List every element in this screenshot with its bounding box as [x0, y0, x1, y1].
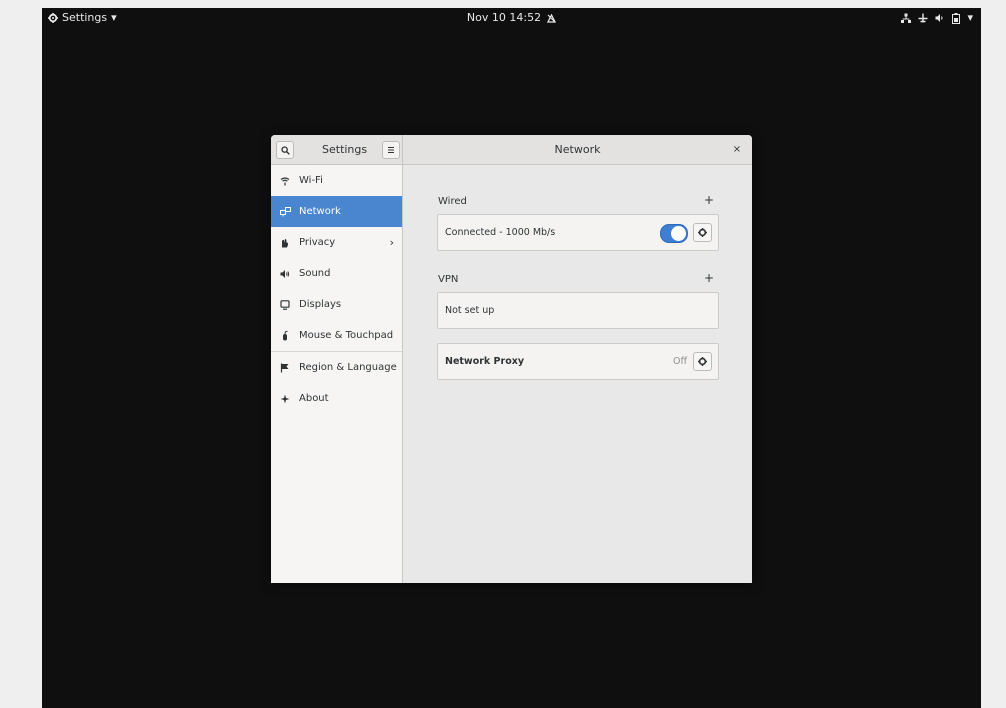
sidebar-item-sound[interactable]: Sound: [271, 258, 402, 289]
menu-button[interactable]: [382, 141, 400, 159]
sidebar-item-label: Region & Language: [299, 362, 397, 373]
vpn-status: Not set up: [445, 305, 495, 316]
airplane-icon: [918, 13, 928, 23]
sidebar-item-about[interactable]: About: [271, 383, 402, 414]
about-icon: [279, 393, 291, 405]
wired-connection-row: Connected - 1000 Mb/s: [437, 214, 719, 251]
mouse-icon: [279, 330, 291, 342]
clock-text: Nov 10 14:52: [466, 11, 542, 24]
system-tray[interactable]: ▾: [901, 8, 973, 28]
wired-toggle[interactable]: [660, 224, 688, 243]
wired-settings-button[interactable]: [693, 223, 712, 242]
sidebar-item-label: Mouse & Touchpad: [299, 330, 394, 341]
add-vpn-button[interactable]: +: [704, 271, 714, 285]
clock-button[interactable]: Nov 10 14:52: [466, 8, 557, 28]
sidebar-item-region-language[interactable]: Region & Language: [271, 352, 402, 383]
proxy-state: Off: [672, 356, 687, 367]
sidebar-item-network[interactable]: Network: [271, 196, 402, 227]
clock-area: Nov 10 14:52: [42, 8, 981, 28]
close-button[interactable]: ×: [730, 143, 744, 157]
desktop: Settings ▾ Nov 10 14:52 ▾ Settings Netwo…: [42, 8, 981, 708]
sidebar-item-label: Network: [299, 206, 341, 217]
wifi-icon: [279, 175, 291, 187]
sidebar-item-label: About: [299, 393, 329, 404]
proxy-settings-button[interactable]: [693, 352, 712, 371]
sidebar-item-label: Privacy: [299, 237, 336, 248]
sidebar-item-mouse-touchpad[interactable]: Mouse & Touchpad: [271, 320, 402, 351]
search-icon: [280, 145, 290, 155]
page-title: Network: [554, 143, 601, 156]
vpn-heading: VPN: [438, 274, 459, 285]
hamburger-menu-icon: [387, 146, 395, 154]
battery-icon: [952, 12, 961, 24]
chevron-right-icon: ›: [389, 236, 394, 249]
sidebar-header: Settings: [271, 135, 403, 164]
wired-status: Connected - 1000 Mb/s: [445, 227, 556, 238]
toggle-knob: [671, 226, 686, 241]
sidebar-title: Settings: [322, 143, 368, 156]
display-icon: [279, 299, 291, 311]
vpn-row: Not set up: [437, 292, 719, 329]
sidebar-item-privacy[interactable]: Privacy ›: [271, 227, 402, 258]
header-bar: Settings Network ×: [271, 135, 752, 165]
alarm-icon: [547, 13, 557, 23]
sidebar-item-label: Displays: [299, 299, 342, 310]
gear-icon: [698, 228, 707, 237]
search-button[interactable]: [276, 141, 294, 159]
sidebar: Wi-Fi Network Privacy › Sound Displays M…: [271, 165, 403, 583]
sidebar-item-displays[interactable]: Displays: [271, 289, 402, 320]
sidebar-item-label: Sound: [299, 268, 331, 279]
sound-icon: [279, 268, 291, 280]
settings-window: Settings Network × Wi-Fi Network Privacy…: [271, 135, 752, 583]
wired-network-icon: [901, 13, 912, 23]
flag-icon: [279, 362, 291, 374]
network-panel: Wired + Connected - 1000 Mb/s VPN + Not …: [403, 165, 752, 583]
privacy-icon: [279, 237, 291, 249]
sidebar-item-label: Wi-Fi: [299, 175, 323, 186]
sidebar-item-wifi[interactable]: Wi-Fi: [271, 165, 402, 196]
network-icon: [279, 206, 291, 218]
add-wired-button[interactable]: +: [704, 193, 714, 207]
gear-icon: [698, 357, 707, 366]
top-bar: Settings ▾ Nov 10 14:52 ▾: [42, 8, 981, 28]
volume-icon: [935, 13, 945, 23]
network-proxy-label: Network Proxy: [445, 356, 525, 367]
wired-heading: Wired: [438, 196, 467, 207]
chevron-down-icon: ▾: [967, 11, 973, 24]
network-proxy-row[interactable]: Network Proxy Off: [437, 343, 719, 380]
